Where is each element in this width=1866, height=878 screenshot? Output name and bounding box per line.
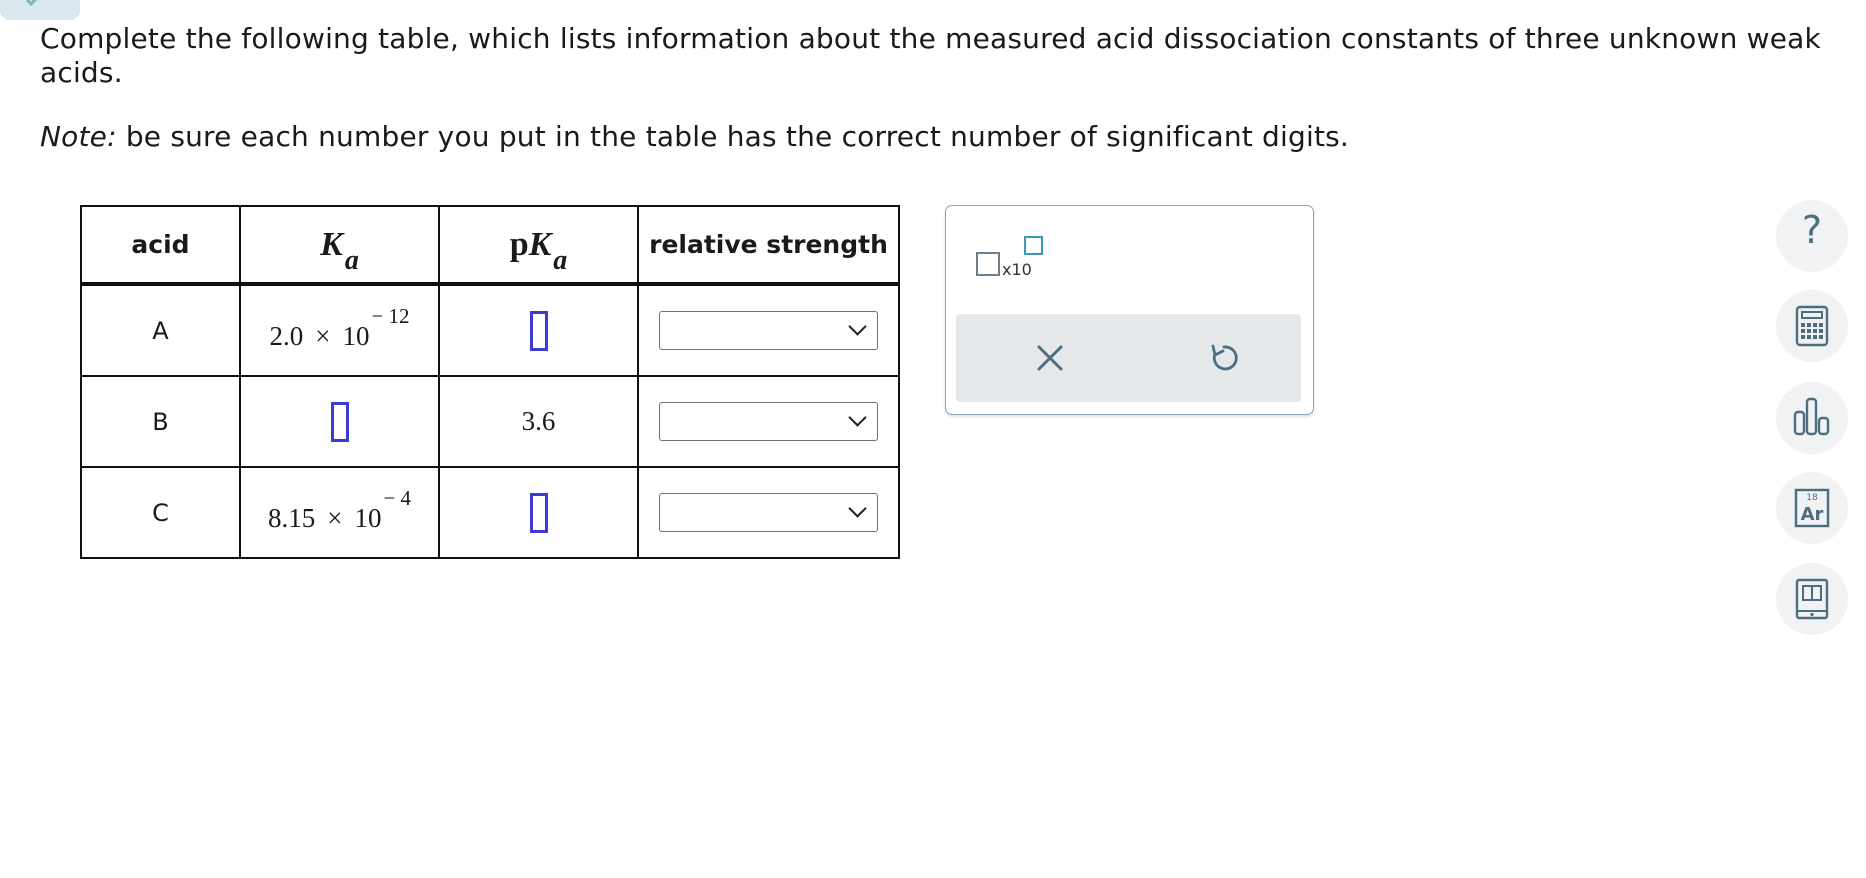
chevron-down-icon [848,317,867,336]
collapse-tab[interactable] [0,0,80,20]
relative-strength-select[interactable] [659,493,878,532]
close-icon [1037,345,1063,371]
pka-cell [438,466,639,559]
help-button[interactable]: ? [1776,200,1848,272]
answer-tool-panel: x10 [945,205,1314,415]
ka-cell [239,375,440,468]
undo-button[interactable] [1202,336,1246,380]
periodic-table-button[interactable]: 18 Ar [1776,472,1848,544]
ka-symbol: K [320,225,343,263]
acid-table: acid Ka pKa relative strength A 2.0 × 10− … [80,205,900,559]
help-icon: ? [1801,208,1823,252]
pka-answer-input[interactable] [529,492,548,533]
header-ka: Ka [239,205,440,286]
chevron-down-icon [848,499,867,518]
acid-label: A [152,316,169,345]
reference-book-icon [1795,578,1829,620]
action-bar [956,314,1301,402]
reference-button[interactable] [1776,563,1848,635]
relative-strength-select[interactable] [659,402,878,441]
note-body: be sure each number you put in the table… [116,120,1350,153]
table-row: A 2.0 × 10− 12 [80,283,900,377]
table-row: C 8.15 × 10− 4 [80,466,900,559]
ka-cell: 2.0 × 10− 12 [239,283,440,377]
undo-icon [1211,344,1238,371]
pka-p: p [509,225,529,263]
pka-symbol: K [528,225,552,263]
header-relative-strength: relative strength [637,205,900,286]
ka-cell: 8.15 × 10− 4 [239,466,440,559]
acid-label: B [152,407,169,436]
header-acid: acid [80,205,241,286]
pka-value: 3.6 [521,406,556,436]
chevron-down-icon [848,408,867,427]
question-text: Complete the following table, which list… [40,22,1821,89]
calculator-icon [1795,305,1829,347]
periodic-table-icon: 18 Ar [1794,488,1830,528]
periodic-number: 18 [1806,493,1818,503]
ka-value: 2.0 × 10− 12 [269,304,410,351]
data-chart-button[interactable] [1776,382,1848,454]
calculator-button[interactable] [1776,290,1848,362]
scientific-notation-button[interactable]: x10 [976,236,1056,286]
ka-answer-input[interactable] [330,401,349,442]
relative-strength-cell [637,375,900,468]
x10-label: x10 [1002,260,1032,279]
clear-button[interactable] [1028,336,1072,380]
ka-subscript: a [344,244,359,276]
acid-label: C [152,498,169,527]
base-box-icon [976,252,1000,276]
table-row: B 3.6 [80,375,900,468]
data-chart-icon [1793,397,1830,436]
acid-cell: A [80,283,241,377]
relative-strength-cell [637,283,900,377]
pka-cell: 3.6 [438,375,639,468]
acid-cell: B [80,375,241,468]
pka-cell [438,283,639,377]
pka-answer-input[interactable] [529,310,548,351]
chevron-down-icon [26,0,43,6]
ka-value: 8.15 × 10− 4 [267,486,412,533]
table-header-row: acid Ka pKa relative strength [80,205,900,286]
pka-subscript: a [553,244,568,276]
relative-strength-cell [637,466,900,559]
relative-strength-select[interactable] [659,311,878,350]
note-text: Note: be sure each number you put in the… [40,120,1840,154]
header-pka: pKa [438,205,639,286]
note-label: Note: [40,120,117,153]
acid-cell: C [80,466,241,559]
periodic-symbol: Ar [1801,504,1824,525]
exponent-box-icon [1024,236,1043,255]
